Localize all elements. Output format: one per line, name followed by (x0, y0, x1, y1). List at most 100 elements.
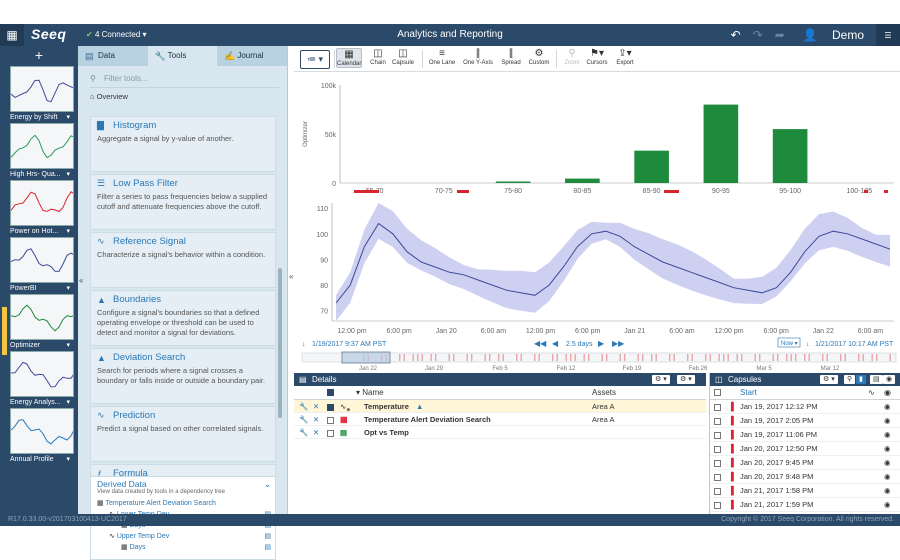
derived-item[interactable]: ▦ Temperature Alert Deviation Search (97, 498, 275, 509)
back-icon[interactable]: ◀ (552, 339, 559, 348)
close-icon[interactable]: ✕ (313, 400, 319, 413)
close-icon[interactable]: ✕ (313, 413, 319, 426)
custom-button[interactable]: ⚙ Custom (526, 48, 552, 66)
name-column-header[interactable]: ▾ Name (356, 386, 384, 400)
row-checkbox[interactable] (714, 487, 721, 495)
worksheet-thumbnail[interactable] (10, 408, 74, 454)
start-column-header[interactable]: Start (740, 386, 757, 400)
worksheet-thumbnail[interactable] (10, 351, 74, 397)
app-grid-icon[interactable]: ▦ (0, 24, 24, 46)
row-checkbox[interactable] (327, 429, 334, 437)
hamburger-menu-icon[interactable]: ☰ (876, 24, 900, 46)
histogram-bar[interactable] (772, 129, 808, 183)
capsule-row[interactable]: ▐ Jan 21, 2017 1:59 PM ◉ (710, 498, 900, 512)
eye-icon[interactable]: ◉ (884, 414, 891, 428)
chain-button[interactable]: ◫ Chain (366, 48, 390, 66)
timeline-bar[interactable]: Jan 22 Jan 29 Feb 5 Feb 12 Feb 19 Feb 26 Mar 5… (300, 351, 897, 373)
eye-icon[interactable]: ◉ (884, 484, 891, 498)
worksheet-label[interactable]: Optimizer (0, 340, 78, 351)
chart-icon[interactable]: ▤ (264, 531, 271, 542)
export-button[interactable]: ⇪▾ Export (612, 48, 638, 66)
wrench-icon[interactable]: 🔧 (299, 413, 308, 426)
capsule-row[interactable]: ▐ Jan 19, 2017 11:06 PM ◉ (710, 428, 900, 442)
row-checkbox[interactable] (327, 416, 334, 424)
worksheet-label[interactable]: High Hrs- Qua... (0, 169, 78, 180)
details-settings-dropdown[interactable]: ⚙ ▾ (677, 375, 695, 384)
filter-tools-input[interactable]: ⚲ Filter tools... (90, 74, 279, 88)
row-checkbox[interactable] (714, 459, 721, 467)
redo-icon[interactable]: ↷ (753, 28, 763, 42)
worksheet-thumbnail[interactable] (10, 123, 74, 169)
row-checkbox[interactable] (714, 473, 721, 481)
one-y-axis-button[interactable]: ∥ One Y-Axis (462, 48, 494, 66)
calendar-button[interactable]: ▦ Calendar (336, 48, 362, 68)
one-lane-button[interactable]: ≡ One Lane (428, 48, 456, 66)
table-view-icon[interactable]: ▤ (870, 375, 883, 384)
worksheet-label[interactable]: PowerBI (0, 283, 78, 294)
tool-card-reference-signal[interactable]: ∿ Reference Signal Characterize a signal's… (90, 232, 276, 288)
histogram-bar[interactable] (634, 150, 669, 183)
table-row[interactable]: 🔧 ✕ ▤ Opt vs Temp (294, 426, 706, 439)
timeline-selection-window[interactable] (341, 351, 391, 364)
eye-icon[interactable]: ◉ (884, 442, 891, 456)
eye-icon[interactable]: ◉ (884, 498, 891, 512)
tools-scrollbar[interactable] (278, 268, 282, 418)
row-checkbox[interactable] (714, 501, 721, 509)
worksheet-thumbnail[interactable] (10, 180, 74, 226)
duration-label[interactable]: 2.5 days (566, 341, 593, 348)
derived-item[interactable]: ∿ Upper Temp Dev ▤ (97, 531, 275, 542)
close-icon[interactable]: ✕ (313, 426, 319, 439)
row-checkbox[interactable] (327, 403, 334, 411)
capsules-settings-dropdown[interactable]: ⚙ ▾ (820, 375, 838, 384)
capsule-view-icon[interactable]: ▮ (856, 375, 866, 384)
capsule-row[interactable]: ▐ Jan 20, 2017 9:48 PM ◉ (710, 470, 900, 484)
chevron-down-icon[interactable]: ⌄ (264, 479, 271, 490)
tab-data[interactable]: ▤ Data (78, 46, 148, 66)
capsule-row[interactable]: ▐ Jan 19, 2017 12:12 PM ◉ (710, 400, 900, 414)
row-checkbox[interactable] (714, 417, 721, 425)
eye-icon[interactable]: ◉ (884, 400, 891, 414)
zoom-button[interactable]: ⚲ Zoom (560, 48, 584, 66)
undo-icon[interactable]: ↶ (731, 28, 741, 42)
tool-card-histogram[interactable]: ▇ Histogram Aggregate a signal by y-value … (90, 116, 276, 172)
overview-breadcrumb[interactable]: ⌂ Overview (90, 92, 287, 101)
capsule-row[interactable]: ▐ Jan 21, 2017 1:58 PM ◉ (710, 484, 900, 498)
assets-column-header[interactable]: Assets (592, 386, 616, 400)
histogram-bar[interactable] (565, 178, 600, 183)
step-back-icon[interactable]: ◀◀ (534, 339, 547, 348)
capsule-bar[interactable] (457, 190, 469, 193)
collapse-tools-icon[interactable]: « (289, 272, 293, 281)
worksheet-label[interactable]: Energy Analys... (0, 397, 78, 408)
eye-icon[interactable]: ◉ (883, 375, 896, 384)
connection-status[interactable]: ✔ 4 Connected ▾ (86, 30, 147, 39)
derived-item[interactable]: ▦ Days▤ (97, 542, 275, 553)
worksheet-label[interactable]: Energy by Shift (0, 112, 78, 123)
wrench-icon[interactable]: 🔧 (299, 400, 308, 413)
histogram-bar[interactable] (495, 181, 531, 183)
range-start-label[interactable]: 1/19/2017 9:37 AM PST (312, 341, 387, 348)
capsule-bar[interactable] (864, 190, 868, 193)
cursors-button[interactable]: ⚑▾ Cursors (584, 48, 610, 66)
trend-chart[interactable]: 110 100 90 80 70 12:00 pm 6:00 pm Jan 20 6:00 am… (302, 190, 894, 348)
row-checkbox[interactable] (714, 431, 721, 439)
range-end-icon[interactable]: ↓ (806, 341, 810, 348)
tool-card-prediction[interactable]: ∿ Prediction Predict a signal based on oth… (90, 406, 276, 462)
wrench-icon[interactable]: 🔧 (299, 426, 308, 439)
worksheet-label[interactable]: Annual Profile (0, 454, 78, 465)
worksheet-thumbnail[interactable] (10, 237, 74, 283)
tool-card-deviation-search[interactable]: ▲ Deviation Search Search for periods wher… (90, 348, 276, 404)
user-menu[interactable]: 👤 Demo (797, 28, 870, 42)
search-icon[interactable]: ⚲ (844, 375, 856, 384)
capsule-row[interactable]: ▐ Jan 19, 2017 2:05 PM ◉ (710, 414, 900, 428)
eye-icon[interactable]: ◉ (884, 456, 891, 470)
capsule-bar[interactable] (884, 190, 888, 193)
worksheet-thumbnail[interactable] (10, 294, 74, 340)
collapse-left-icon[interactable]: « (79, 276, 83, 285)
seeq-logo[interactable]: Seeq (31, 26, 66, 42)
tab-journal[interactable]: ✍ Journal (217, 46, 288, 66)
chart-icon[interactable]: ▤ (264, 542, 271, 553)
row-checkbox[interactable] (714, 403, 721, 411)
capsule-button[interactable]: ◫ Capsule (390, 48, 416, 66)
eye-icon[interactable]: ◉ (884, 470, 891, 484)
tool-card-low-pass-filter[interactable]: ☰ Low Pass Filter Filter a series to pass … (90, 174, 276, 230)
